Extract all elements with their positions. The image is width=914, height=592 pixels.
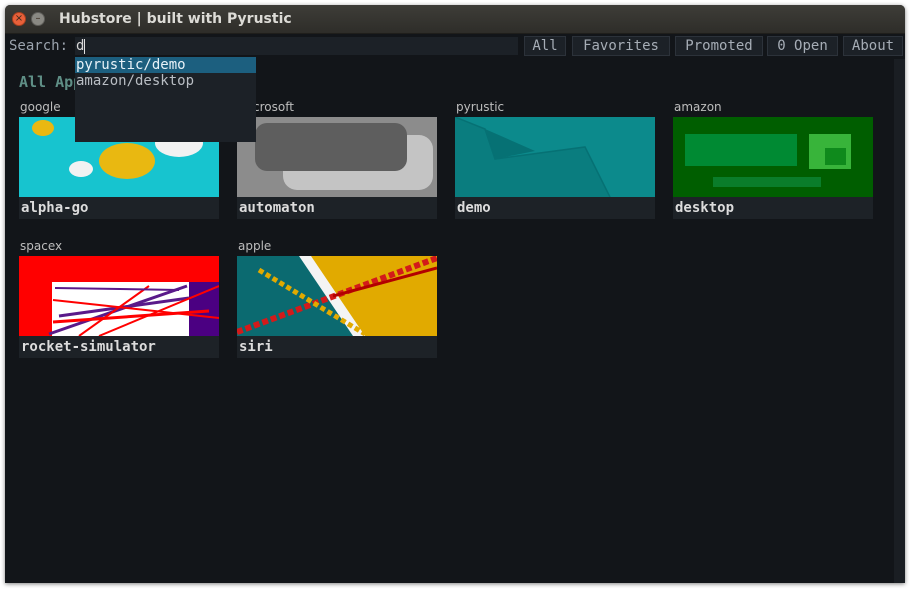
app-owner: google <box>20 100 61 114</box>
app-owner: amazon <box>674 100 722 114</box>
autocomplete-item[interactable]: amazon/desktop <box>75 73 256 89</box>
about-button[interactable]: About <box>843 36 903 56</box>
all-button[interactable]: All <box>524 36 566 56</box>
app-window: × – Hubstore | built with Pyrustic Searc… <box>5 5 905 583</box>
minimize-window-button[interactable]: – <box>31 12 45 26</box>
app-name-bar: siri <box>237 336 437 358</box>
rocket-simulator-thumbnail[interactable] <box>19 256 219 336</box>
automaton-thumbnail[interactable] <box>237 117 437 197</box>
title-bar: × – Hubstore | built with Pyrustic <box>5 5 905 34</box>
favorites-button[interactable]: Favorites <box>572 36 670 56</box>
close-icon: × <box>14 13 24 24</box>
desktop-thumbnail[interactable] <box>673 117 873 197</box>
app-name-bar: desktop <box>673 197 873 219</box>
app-name-bar: automaton <box>237 197 437 219</box>
text-cursor <box>84 39 85 54</box>
autocomplete-item[interactable]: pyrustic/demo <box>75 57 256 73</box>
app-owner: apple <box>238 239 272 253</box>
search-input[interactable] <box>75 37 518 55</box>
app-card-desktop[interactable]: amazon desktop <box>673 100 873 219</box>
search-label: Search: <box>9 38 69 54</box>
vertical-scrollbar[interactable] <box>894 59 905 583</box>
app-name-bar: demo <box>455 197 655 219</box>
open-button[interactable]: 0 Open <box>767 36 838 56</box>
app-card-demo[interactable]: pyrustic demo <box>455 100 655 219</box>
app-name: desktop <box>675 200 735 216</box>
close-window-button[interactable]: × <box>12 12 26 26</box>
app-owner: pyrustic <box>456 100 505 114</box>
app-card-rocket-simulator[interactable]: spacex rocket-simulator <box>19 239 219 358</box>
app-name: demo <box>457 200 491 216</box>
app-name-bar: rocket-simulator <box>19 336 219 358</box>
app-owner: spacex <box>20 239 63 253</box>
siri-thumbnail[interactable] <box>237 256 437 336</box>
app-name: alpha-go <box>21 200 89 216</box>
autocomplete-dropdown: pyrustic/demo amazon/desktop <box>75 57 256 142</box>
window-title: Hubstore | built with Pyrustic <box>59 11 292 27</box>
toolbar: Search: All Favorites Promoted 0 Open Ab… <box>5 34 905 58</box>
app-name: siri <box>239 339 273 355</box>
minimize-icon: – <box>35 13 41 24</box>
app-name: rocket-simulator <box>21 339 156 355</box>
app-card-siri[interactable]: apple siri <box>237 239 437 358</box>
app-card-automaton[interactable]: microsoft automaton <box>237 100 437 219</box>
app-name: automaton <box>239 200 315 216</box>
promoted-button[interactable]: Promoted <box>675 36 763 56</box>
demo-thumbnail[interactable] <box>455 117 655 197</box>
app-name-bar: alpha-go <box>19 197 219 219</box>
